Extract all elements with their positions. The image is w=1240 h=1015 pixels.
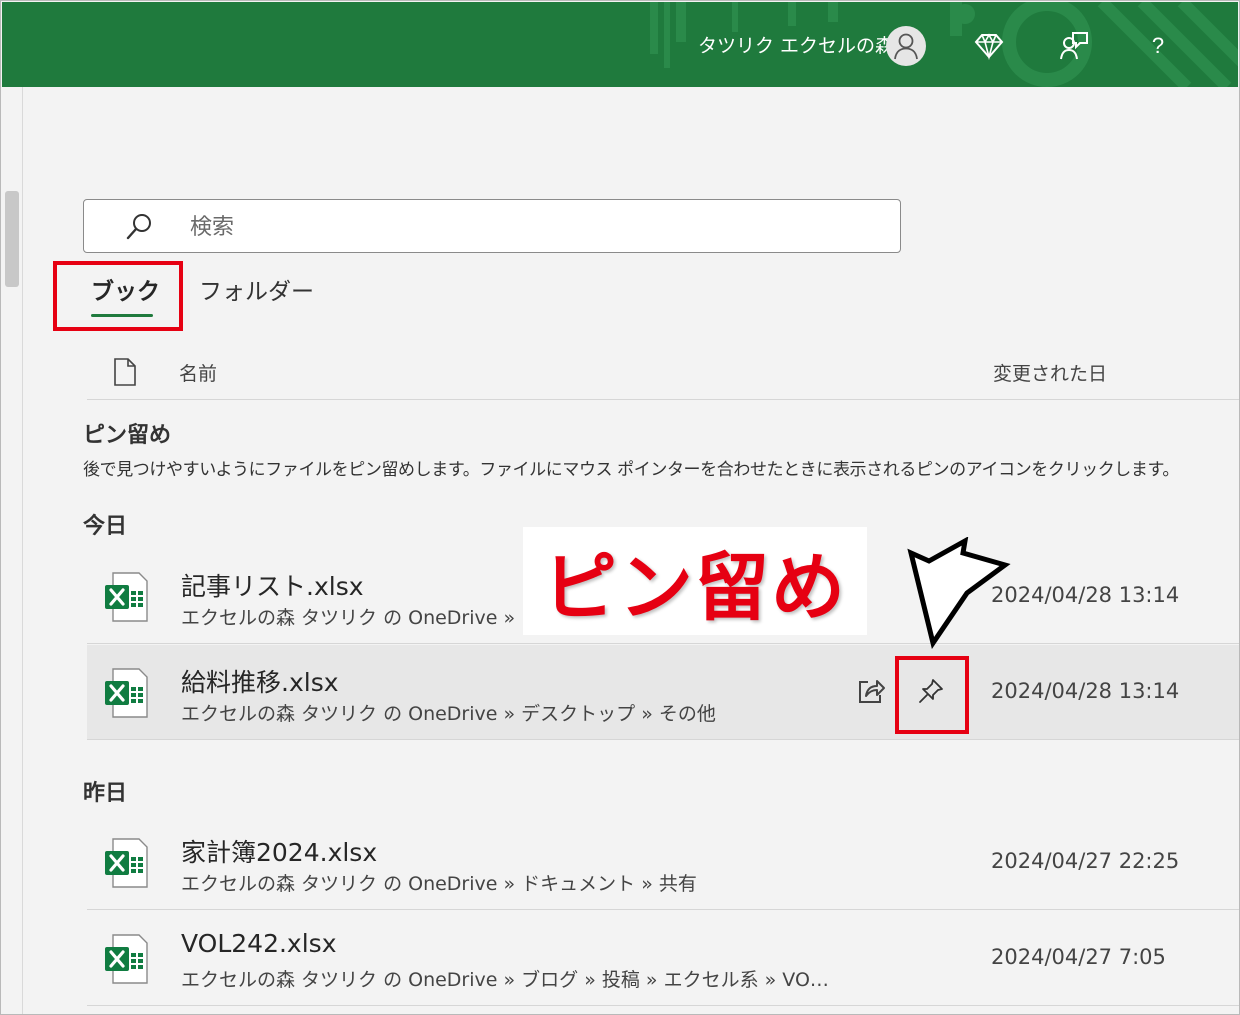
file-path: エクセルの森 タツリク の OneDrive » デスクトップ » その他: [181, 703, 716, 725]
app-window: タツリク エクセルの森 ? 検索 ブック フォルダー 名前 変更された日 ピン留…: [0, 0, 1240, 1015]
file-path: エクセルの森 タツリク の OneDrive » ブログ: [181, 607, 579, 629]
file-name[interactable]: 記事リスト.xlsx: [181, 567, 364, 603]
user-name: タツリク エクセルの森: [698, 35, 895, 57]
excel-file-icon: [103, 837, 149, 893]
file-name[interactable]: VOL242.xlsx: [181, 929, 337, 958]
tab-folders[interactable]: フォルダー: [199, 275, 314, 309]
title-bar: タツリク エクセルの森 ?: [2, 2, 1238, 87]
highlight-box-pin: [895, 656, 969, 734]
pinned-title: ピン留め: [83, 423, 172, 448]
annotation-label: ピン留め: [543, 544, 847, 631]
highlight-box-books-tab: [53, 261, 183, 331]
file-icon: [113, 357, 137, 391]
excel-file-icon: [103, 571, 149, 627]
column-modified[interactable]: 変更された日: [993, 359, 1107, 386]
file-modified-date: 2024/04/27 22:25: [991, 849, 1180, 873]
file-path: エクセルの森 タツリク の OneDrive » ブログ » 投稿 » エクセル…: [181, 969, 829, 991]
search-box[interactable]: [83, 199, 901, 253]
search-input[interactable]: [188, 208, 872, 246]
avatar-icon[interactable]: [886, 26, 926, 66]
group-title-yesterday: 昨日: [83, 781, 128, 806]
scrollbar-thumb[interactable]: [5, 191, 19, 287]
excel-file-icon: [103, 667, 149, 723]
share-icon[interactable]: [853, 673, 889, 709]
feedback-icon[interactable]: [1056, 28, 1092, 64]
annotation-callout: ピン留め: [523, 527, 867, 635]
diamond-icon[interactable]: [971, 28, 1007, 64]
title-bar-pattern: [650, 2, 1238, 87]
file-modified-date: 2024/04/28 13:14: [991, 679, 1180, 703]
column-header: 名前 変更された日: [87, 347, 1239, 400]
file-row[interactable]: VOL242.xlsx エクセルの森 タツリク の OneDrive » ブログ…: [87, 911, 1239, 1006]
file-name[interactable]: 家計簿2024.xlsx: [181, 833, 377, 869]
left-scrollbar[interactable]: [2, 87, 23, 1014]
help-icon[interactable]: ?: [1140, 28, 1176, 64]
column-name[interactable]: 名前: [179, 359, 217, 386]
search-icon: [124, 212, 154, 246]
file-name[interactable]: 給料推移.xlsx: [181, 663, 339, 699]
file-modified-date: 2024/04/28 13:14: [991, 583, 1180, 607]
file-row[interactable]: 家計簿2024.xlsx エクセルの森 タツリク の OneDrive » ドキ…: [87, 815, 1239, 910]
file-path: エクセルの森 タツリク の OneDrive » ドキュメント » 共有: [181, 873, 697, 895]
excel-file-icon: [103, 933, 149, 989]
annotation-arrow-icon: [907, 537, 1011, 649]
file-row[interactable]: 給料推移.xlsx エクセルの森 タツリク の OneDrive » デスクトッ…: [87, 645, 1239, 740]
file-modified-date: 2024/04/27 7:05: [991, 945, 1166, 969]
group-title-today: 今日: [83, 514, 128, 539]
pinned-description: 後で見つけやすいようにファイルをピン留めします。ファイルにマウス ポインターを合…: [83, 460, 1180, 480]
